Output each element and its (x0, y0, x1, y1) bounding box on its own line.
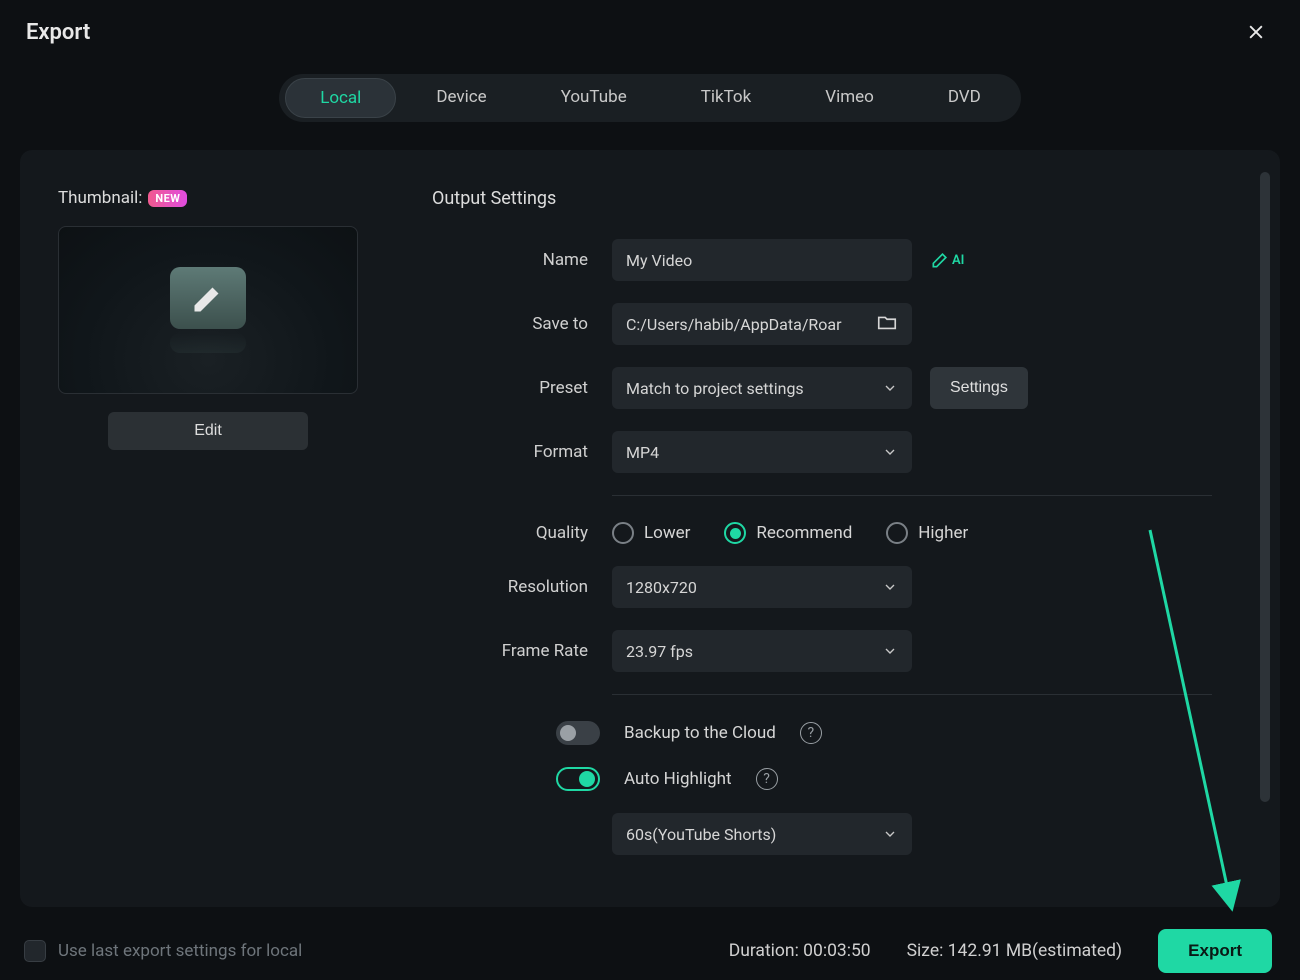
chevron-down-icon (882, 579, 898, 595)
format-value: MP4 (626, 443, 659, 462)
quality-recommend-text: Recommend (756, 523, 852, 543)
chevron-down-icon (882, 826, 898, 842)
quality-higher-text: Higher (918, 523, 968, 543)
preset-select[interactable]: Match to project settings (612, 367, 912, 409)
quality-label: Quality (432, 523, 588, 543)
divider (612, 495, 1212, 496)
saveto-field[interactable]: C:/Users/habib/AppData/Roar (612, 303, 912, 345)
quality-recommend-radio[interactable]: Recommend (724, 522, 852, 544)
auto-highlight-toggle[interactable] (556, 767, 600, 791)
edit-icon (170, 267, 246, 329)
framerate-value: 23.97 fps (626, 642, 693, 661)
resolution-label: Resolution (432, 577, 588, 597)
ai-badge-text: AI (952, 253, 964, 268)
dialog-title: Export (26, 20, 90, 45)
resolution-select[interactable]: 1280x720 (612, 566, 912, 608)
thumbnail-label-text: Thumbnail: (58, 188, 142, 208)
tab-vimeo[interactable]: Vimeo (791, 78, 908, 118)
framerate-label: Frame Rate (432, 641, 588, 661)
backup-cloud-toggle[interactable] (556, 721, 600, 745)
thumbnail-preview[interactable] (58, 226, 358, 394)
resolution-value: 1280x720 (626, 578, 697, 597)
chevron-down-icon (882, 643, 898, 659)
tab-local[interactable]: Local (285, 78, 396, 118)
preset-settings-button[interactable]: Settings (930, 367, 1028, 409)
backup-help-icon[interactable]: ? (800, 722, 822, 744)
tab-tiktok[interactable]: TikTok (667, 78, 786, 118)
scrollbar-thumb[interactable] (1260, 172, 1270, 802)
use-last-settings-label: Use last export settings for local (58, 941, 302, 961)
close-icon (1246, 22, 1266, 42)
framerate-select[interactable]: 23.97 fps (612, 630, 912, 672)
chevron-down-icon (882, 380, 898, 396)
quality-higher-radio[interactable]: Higher (886, 522, 968, 544)
edit-thumbnail-button[interactable]: Edit (108, 412, 308, 450)
size-info: Size: 142.91 MB(estimated) (907, 941, 1123, 961)
tab-device[interactable]: Device (402, 78, 520, 118)
duration-info: Duration: 00:03:50 (729, 941, 871, 961)
chevron-down-icon (882, 444, 898, 460)
saveto-value: C:/Users/habib/AppData/Roar (626, 315, 842, 334)
ai-rename-button[interactable]: AI (930, 250, 964, 270)
scrollbar[interactable] (1260, 172, 1270, 932)
highlight-preset-value: 60s(YouTube Shorts) (626, 825, 776, 844)
export-button[interactable]: Export (1158, 929, 1272, 973)
new-badge: NEW (148, 190, 187, 207)
preset-value: Match to project settings (626, 379, 804, 398)
highlight-preset-select[interactable]: 60s(YouTube Shorts) (612, 813, 912, 855)
divider (612, 694, 1212, 695)
auto-highlight-help-icon[interactable]: ? (756, 768, 778, 790)
name-input[interactable] (612, 239, 912, 281)
saveto-label: Save to (432, 314, 588, 334)
output-settings-title: Output Settings (432, 188, 1246, 209)
close-button[interactable] (1242, 18, 1270, 46)
thumbnail-label: Thumbnail: NEW (58, 188, 388, 208)
use-last-settings-checkbox[interactable] (24, 940, 46, 962)
folder-icon (876, 311, 898, 337)
tab-dvd[interactable]: DVD (914, 78, 1015, 118)
pencil-icon (930, 250, 950, 270)
quality-lower-radio[interactable]: Lower (612, 522, 690, 544)
format-select[interactable]: MP4 (612, 431, 912, 473)
quality-lower-text: Lower (644, 523, 690, 543)
preset-label: Preset (432, 378, 588, 398)
tab-youtube[interactable]: YouTube (527, 78, 661, 118)
backup-cloud-label: Backup to the Cloud (624, 723, 776, 743)
format-label: Format (432, 442, 588, 462)
name-label: Name (432, 250, 588, 270)
auto-highlight-label: Auto Highlight (624, 769, 732, 789)
export-tabs: Local Device YouTube TikTok Vimeo DVD (279, 74, 1021, 122)
